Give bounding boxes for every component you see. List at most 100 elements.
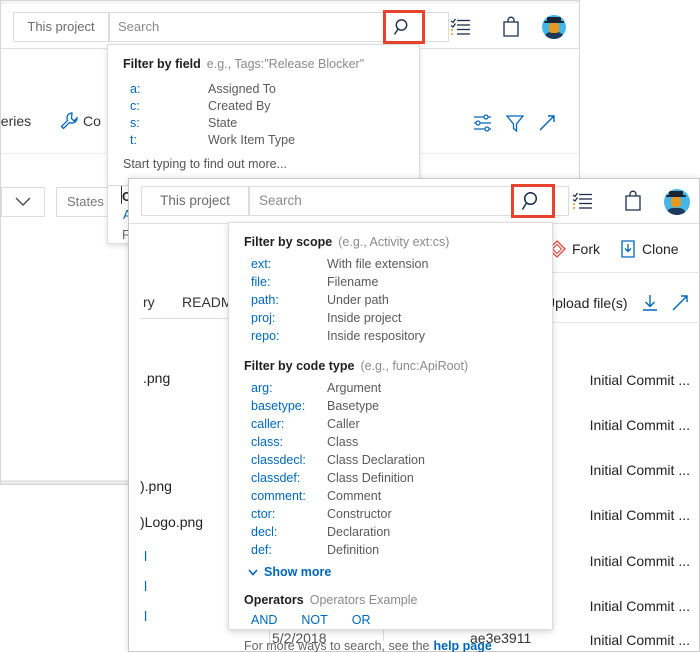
popup2-operators-heading-row: Operators Operators Example xyxy=(229,593,552,607)
popup2-scope-value-4: Inside respository xyxy=(327,329,425,343)
popup2-footer: For more ways to search, see the help pag… xyxy=(229,639,552,652)
popup2-codetype-heading-row: Filter by code type (e.g., func:ApiRoot) xyxy=(229,359,552,373)
popup2-codetype-key-3: class: xyxy=(251,435,283,449)
file-name-5[interactable]: l xyxy=(144,608,147,624)
search-help-popup-1: Filter by field e.g., Tags:"Release Block… xyxy=(107,44,420,186)
avatar-2[interactable] xyxy=(663,188,691,216)
popup2-codetype-row-0[interactable]: arg: Argument xyxy=(229,379,552,397)
popup1-field-row-1[interactable]: c: Created By xyxy=(130,98,295,115)
screenshot-root: This project Search eries Co States Filt… xyxy=(0,0,700,652)
popup2-scope-value-0: With file extension xyxy=(327,257,429,271)
popup2-scope-list: ext: With file extension file: Filename … xyxy=(229,255,552,345)
popup2-operators-heading: Operators xyxy=(244,593,304,607)
popup2-codetype-row-5[interactable]: classdef: Class Definition xyxy=(229,469,552,487)
file-name-1[interactable]: ).png xyxy=(140,478,172,494)
column-options-label[interactable]: Co xyxy=(83,113,101,129)
file-name-0[interactable]: .png xyxy=(143,370,170,386)
commit-message-0[interactable]: Initial Commit ... xyxy=(590,372,690,388)
expand-arrow-icon-2[interactable] xyxy=(670,293,690,313)
popup2-scope-key-1: file: xyxy=(251,275,271,289)
checklist-icon-2[interactable] xyxy=(571,190,595,212)
commit-message-4[interactable]: Initial Commit ... xyxy=(590,553,690,569)
popup2-codetype-value-7: Constructor xyxy=(327,507,392,521)
fork-label: Fork xyxy=(572,241,600,257)
file-name-4[interactable]: l xyxy=(144,578,147,594)
popup2-scope-row-4[interactable]: repo: Inside respository xyxy=(229,327,552,345)
popup2-codetype-row-1[interactable]: basetype: Basetype xyxy=(229,397,552,415)
fork-action[interactable]: Fork xyxy=(548,240,600,258)
popup2-footer-text: For more ways to search, see the xyxy=(244,639,430,652)
popup2-codetype-row-7[interactable]: ctor: Constructor xyxy=(229,505,552,523)
help-page-link[interactable]: help page xyxy=(434,639,492,652)
upload-files-label[interactable]: Upload file(s) xyxy=(545,295,627,311)
popup2-codetype-heading: Filter by code type xyxy=(244,359,355,373)
avatar-1[interactable] xyxy=(541,14,567,40)
chevron-down-icon-1 xyxy=(15,197,31,206)
search-icon-highlight-1 xyxy=(383,10,425,44)
filter-chevron-button[interactable] xyxy=(1,187,45,217)
chevron-down-icon-showmore xyxy=(248,568,258,576)
file-name-2[interactable]: )Logo.png xyxy=(140,514,203,530)
popup2-scope-row-3[interactable]: proj: Inside project xyxy=(229,309,552,327)
popup2-scope-example: (e.g., Activity ext:cs) xyxy=(338,235,450,249)
scope-selector-2[interactable]: This project xyxy=(141,186,249,216)
checklist-glyph-2 xyxy=(572,192,592,210)
popup2-inner: Filter by scope (e.g., Activity ext:cs) e… xyxy=(229,223,552,652)
popup2-codetype-value-6: Comment xyxy=(327,489,382,503)
download-glyph xyxy=(643,295,657,311)
download-icon[interactable] xyxy=(640,293,660,313)
popup2-scope-row-0[interactable]: ext: With file extension xyxy=(229,255,552,273)
marketplace-icon-2[interactable] xyxy=(621,189,645,213)
popup1-field-row-3[interactable]: t: Work Item Type xyxy=(130,132,295,149)
commit-message-2[interactable]: Initial Commit ... xyxy=(590,462,690,478)
popup2-codetype-key-0: arg: xyxy=(251,381,273,395)
popup2-scope-row-1[interactable]: file: Filename xyxy=(229,273,552,291)
expand-arrow-icon-1[interactable] xyxy=(535,111,559,135)
popup1-field-value-2: State xyxy=(208,116,238,130)
popup2-codetype-value-2: Caller xyxy=(327,417,360,431)
popup2-codetype-row-3[interactable]: class: Class xyxy=(229,433,552,451)
popup1-field-key-1: c: xyxy=(130,99,140,113)
clone-action[interactable]: Clone xyxy=(620,240,679,258)
scope-selector-1-label: This project xyxy=(27,19,95,34)
commit-message-6[interactable]: Initial Commit ... xyxy=(590,632,690,648)
popup2-codetype-row-9[interactable]: def: Definition xyxy=(229,541,552,559)
popup2-codetype-key-9: def: xyxy=(251,543,272,557)
popup2-codetype-value-3: Class xyxy=(327,435,359,449)
search-icon-highlight-2 xyxy=(511,184,555,218)
popup2-codetype-value-5: Class Definition xyxy=(327,471,414,485)
wrench-icon[interactable] xyxy=(59,111,79,134)
popup2-codetype-value-0: Argument xyxy=(327,381,382,395)
window2-header: This project Search xyxy=(129,179,699,224)
checklist-icon-1[interactable] xyxy=(449,16,473,38)
scope-selector-1[interactable]: This project xyxy=(13,12,109,42)
operator-not[interactable]: NOT xyxy=(301,613,327,627)
popup1-field-row-0[interactable]: a: Assigned To xyxy=(130,81,295,98)
popup2-scope-value-2: Under path xyxy=(327,293,389,307)
popup2-codetype-row-4[interactable]: classdecl: Class Declaration xyxy=(229,451,552,469)
popup2-codetype-value-1: Basetype xyxy=(327,399,380,413)
commit-message-5[interactable]: Initial Commit ... xyxy=(590,598,690,614)
popup2-codetype-value-4: Class Declaration xyxy=(327,453,425,467)
popup2-codetype-value-9: Definition xyxy=(327,543,380,557)
popup2-codetype-key-4: classdecl: xyxy=(251,453,306,467)
popup1-field-row-2[interactable]: s: State xyxy=(130,115,295,132)
popup2-codetype-row-6[interactable]: comment: Comment xyxy=(229,487,552,505)
popup2-scope-heading-row: Filter by scope (e.g., Activity ext:cs) xyxy=(229,235,552,249)
queries-label[interactable]: ueries xyxy=(0,113,31,129)
marketplace-icon-1[interactable] xyxy=(499,15,523,39)
popup2-scope-row-2[interactable]: path: Under path xyxy=(229,291,552,309)
clone-icon xyxy=(621,240,635,258)
commit-message-3[interactable]: Initial Commit ... xyxy=(590,507,690,523)
popup2-codetype-row-8[interactable]: decl: Declaration xyxy=(229,523,552,541)
popup2-scope-key-3: proj: xyxy=(251,311,276,325)
popup2-codetype-row-2[interactable]: caller: Caller xyxy=(229,415,552,433)
sliders-icon[interactable] xyxy=(471,111,495,135)
expand-arrow-glyph-1 xyxy=(539,115,555,131)
show-more-button[interactable]: Show more xyxy=(229,565,552,579)
funnel-icon[interactable] xyxy=(503,111,527,135)
operator-and[interactable]: AND xyxy=(251,613,277,627)
file-name-3[interactable]: l xyxy=(144,548,147,564)
commit-message-1[interactable]: Initial Commit ... xyxy=(590,417,690,433)
operator-or[interactable]: OR xyxy=(352,613,371,627)
